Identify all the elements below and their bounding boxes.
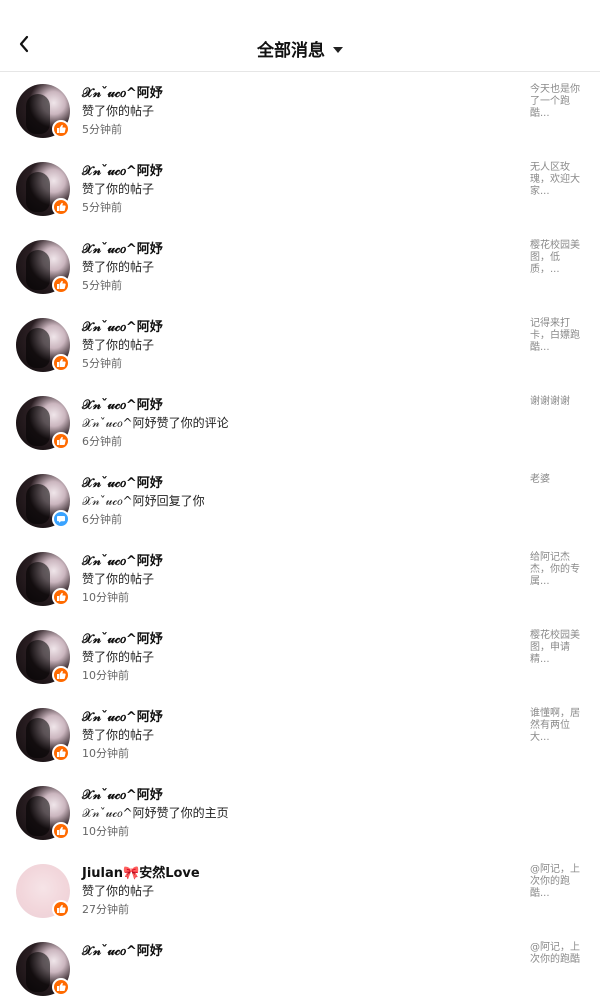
message-row[interactable]: 𝒳𝓃ˇ𝓊𝒸𝑜^阿妤 赞了你的帖子 5分钟前 樱花校园美图，低质，...: [0, 228, 600, 306]
like-badge: [52, 198, 70, 216]
message-action: 𝒳𝓃ˇ𝓊𝒸𝑜^阿妤回复了你: [82, 494, 205, 508]
thumbs-up-icon: [57, 904, 66, 913]
like-badge: [52, 666, 70, 684]
page-title: 全部消息: [257, 41, 325, 61]
avatar-silhouette: [26, 640, 50, 680]
message-action: 赞了你的帖子: [82, 260, 155, 274]
top-bar: 全部消息: [0, 0, 600, 72]
message-row[interactable]: 𝒳𝓃ˇ𝓊𝒸𝑜^阿妤 赞了你的帖子 5分钟前 今天也是你了一个跑酷...: [0, 72, 600, 150]
message-list: 𝒳𝓃ˇ𝓊𝒸𝑜^阿妤 赞了你的帖子 5分钟前 今天也是你了一个跑酷... 𝒳𝓃ˇ𝓊…: [0, 72, 600, 1008]
avatar-silhouette: [26, 172, 50, 212]
message-time: 5分钟前: [82, 357, 122, 370]
sender-name[interactable]: 𝒳𝓃ˇ𝓊𝒸𝑜^阿妤: [82, 550, 163, 569]
sender-name[interactable]: 𝒳𝓃ˇ𝓊𝒸𝑜^阿妤: [82, 472, 163, 491]
sender-name[interactable]: 𝒳𝓃ˇ𝓊𝒸𝑜^阿妤: [82, 706, 163, 725]
sender-name[interactable]: 𝒳𝓃ˇ𝓊𝒸𝑜^阿妤: [82, 316, 163, 335]
sender-name[interactable]: Jiulan🎀安然Love: [82, 862, 200, 881]
message-action: 赞了你的帖子: [82, 650, 155, 664]
sender-name[interactable]: 𝒳𝓃ˇ𝓊𝒸𝑜^阿妤: [82, 628, 163, 647]
comment-badge: [52, 510, 70, 528]
avatar-silhouette: [26, 562, 50, 602]
comment-preview[interactable]: 谢谢谢谢: [530, 396, 588, 408]
avatar-silhouette: [26, 796, 50, 836]
message-action: 赞了你的帖子: [82, 182, 155, 196]
sender-name[interactable]: 𝒳𝓃ˇ𝓊𝒸𝑜^阿妤: [82, 82, 163, 101]
like-badge: [52, 354, 70, 372]
sender-name[interactable]: 𝒳𝓃ˇ𝓊𝒸𝑜^阿妤: [82, 784, 163, 803]
post-preview[interactable]: 樱花校园美图，申请精...: [530, 630, 588, 666]
sender-name[interactable]: 𝒳𝓃ˇ𝓊𝒸𝑜^阿妤: [82, 160, 163, 179]
post-preview[interactable]: 无人区玫瑰，欢迎大家...: [530, 162, 588, 198]
message-time: 27分钟前: [82, 903, 129, 916]
like-badge: [52, 744, 70, 762]
message-action: 赞了你的帖子: [82, 338, 155, 352]
post-preview[interactable]: 给阿记杰杰，你的专属...: [530, 552, 588, 588]
thumbs-up-icon: [57, 436, 66, 445]
message-time: 10分钟前: [82, 747, 129, 760]
message-time: 10分钟前: [82, 591, 129, 604]
chat-bubble-icon: [57, 516, 65, 523]
message-row[interactable]: 𝒳𝓃ˇ𝓊𝒸𝑜^阿妤 赞了你的帖子 10分钟前 给阿记杰杰，你的专属...: [0, 540, 600, 618]
avatar-silhouette: [26, 328, 50, 368]
like-badge: [52, 900, 70, 918]
thumbs-up-icon: [57, 202, 66, 211]
message-time: 6分钟前: [82, 513, 122, 526]
post-preview[interactable]: 记得来打卡，白嫖跑酷...: [530, 318, 588, 354]
message-action: 赞了你的帖子: [82, 728, 155, 742]
sender-name[interactable]: 𝒳𝓃ˇ𝓊𝒸𝑜^阿妤: [82, 394, 163, 413]
avatar-silhouette: [26, 406, 50, 446]
post-preview[interactable]: 谁懂啊，居然有两位大...: [530, 708, 588, 744]
thumbs-up-icon: [57, 592, 66, 601]
like-badge: [52, 120, 70, 138]
message-action: 赞了你的帖子: [82, 104, 155, 118]
message-row[interactable]: 𝒳𝓃ˇ𝓊𝒸𝑜^阿妤 𝒳𝓃ˇ𝓊𝒸𝑜^阿妤回复了你 6分钟前 老婆: [0, 462, 600, 540]
like-badge: [52, 588, 70, 606]
sender-name[interactable]: 𝒳𝓃ˇ𝓊𝒸𝑜^阿妤: [82, 940, 163, 959]
thumbs-up-icon: [57, 670, 66, 679]
post-preview[interactable]: @阿记，上次你的跑酷: [530, 942, 588, 966]
header-title-dropdown[interactable]: 全部消息: [0, 36, 600, 61]
like-badge: [52, 822, 70, 840]
message-action: 𝒳𝓃ˇ𝓊𝒸𝑜^阿妤赞了你的评论: [82, 416, 229, 430]
thumbs-up-icon: [57, 826, 66, 835]
thumbs-up-icon: [57, 748, 66, 757]
message-time: 6分钟前: [82, 435, 122, 448]
message-action: 赞了你的帖子: [82, 572, 155, 586]
message-row[interactable]: 𝒳𝓃ˇ𝓊𝒸𝑜^阿妤 赞了你的帖子 5分钟前 无人区玫瑰，欢迎大家...: [0, 150, 600, 228]
message-row[interactable]: 𝒳𝓃ˇ𝓊𝒸𝑜^阿妤 @阿记，上次你的跑酷: [0, 930, 600, 1008]
post-preview[interactable]: @阿记，上次你的跑酷...: [530, 864, 588, 900]
message-time: 5分钟前: [82, 123, 122, 136]
message-row[interactable]: 𝒳𝓃ˇ𝓊𝒸𝑜^阿妤 𝒳𝓃ˇ𝓊𝒸𝑜^阿妤赞了你的评论 6分钟前 谢谢谢谢: [0, 384, 600, 462]
post-preview[interactable]: 今天也是你了一个跑酷...: [530, 84, 588, 120]
avatar-silhouette: [26, 250, 50, 290]
avatar-silhouette: [26, 484, 50, 524]
thumbs-up-icon: [57, 358, 66, 367]
thumbs-up-icon: [57, 124, 66, 133]
message-time: 5分钟前: [82, 279, 122, 292]
thumbs-up-icon: [57, 982, 66, 991]
caret-down-icon: [333, 46, 343, 53]
message-row[interactable]: Jiulan🎀安然Love 赞了你的帖子 27分钟前 @阿记，上次你的跑酷...: [0, 852, 600, 930]
message-row[interactable]: 𝒳𝓃ˇ𝓊𝒸𝑜^阿妤 赞了你的帖子 10分钟前 谁懂啊，居然有两位大...: [0, 696, 600, 774]
message-time: 10分钟前: [82, 825, 129, 838]
reply-preview[interactable]: 老婆: [530, 474, 588, 486]
avatar-silhouette: [26, 718, 50, 758]
message-action: 𝒳𝓃ˇ𝓊𝒸𝑜^阿妤赞了你的主页: [82, 806, 229, 820]
message-row[interactable]: 𝒳𝓃ˇ𝓊𝒸𝑜^阿妤 𝒳𝓃ˇ𝓊𝒸𝑜^阿妤赞了你的主页 10分钟前: [0, 774, 600, 852]
like-badge: [52, 276, 70, 294]
sender-name[interactable]: 𝒳𝓃ˇ𝓊𝒸𝑜^阿妤: [82, 238, 163, 257]
thumbs-up-icon: [57, 280, 66, 289]
message-time: 5分钟前: [82, 201, 122, 214]
like-badge: [52, 432, 70, 450]
message-action: 赞了你的帖子: [82, 884, 155, 898]
message-time: 10分钟前: [82, 669, 129, 682]
avatar-silhouette: [26, 952, 50, 992]
like-badge: [52, 978, 70, 996]
avatar-silhouette: [26, 94, 50, 134]
post-preview[interactable]: 樱花校园美图，低质，...: [530, 240, 588, 276]
message-row[interactable]: 𝒳𝓃ˇ𝓊𝒸𝑜^阿妤 赞了你的帖子 10分钟前 樱花校园美图，申请精...: [0, 618, 600, 696]
message-row[interactable]: 𝒳𝓃ˇ𝓊𝒸𝑜^阿妤 赞了你的帖子 5分钟前 记得来打卡，白嫖跑酷...: [0, 306, 600, 384]
